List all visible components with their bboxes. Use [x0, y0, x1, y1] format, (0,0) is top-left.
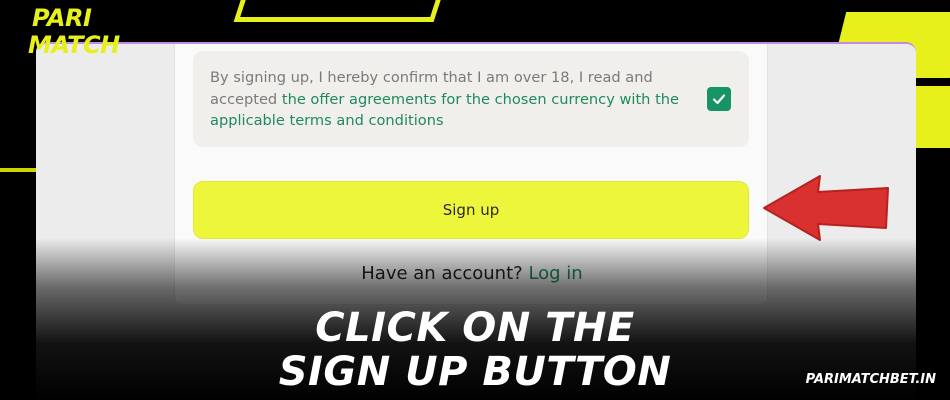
consent-checkbox[interactable]: [707, 87, 731, 111]
logo-line-2: MATCH: [28, 31, 120, 59]
log-in-link[interactable]: Log in: [528, 263, 582, 284]
signup-form-panel: By signing up, I hereby confirm that I a…: [174, 44, 769, 305]
checkmark-icon: [712, 94, 726, 105]
caption-line-1: CLICK ON THE: [315, 305, 635, 351]
site-watermark: PARIMATCHBET.IN: [805, 372, 936, 387]
neon-line-decoration: [0, 168, 40, 172]
consent-text: By signing up, I hereby confirm that I a…: [210, 67, 689, 132]
have-account-text: Have an account?: [361, 263, 523, 284]
promo-banner: By signing up, I hereby confirm that I a…: [0, 0, 950, 400]
have-account-row: Have an account? Log in: [175, 263, 769, 284]
sign-up-button[interactable]: Sign up: [193, 181, 749, 239]
logo-line-1: PARI: [32, 4, 92, 32]
parimatch-logo: PARI MATCH: [28, 6, 160, 62]
arrow-left-icon: [763, 175, 889, 241]
neon-frame-decoration: [233, 0, 451, 22]
consent-box: By signing up, I hereby confirm that I a…: [193, 51, 749, 147]
